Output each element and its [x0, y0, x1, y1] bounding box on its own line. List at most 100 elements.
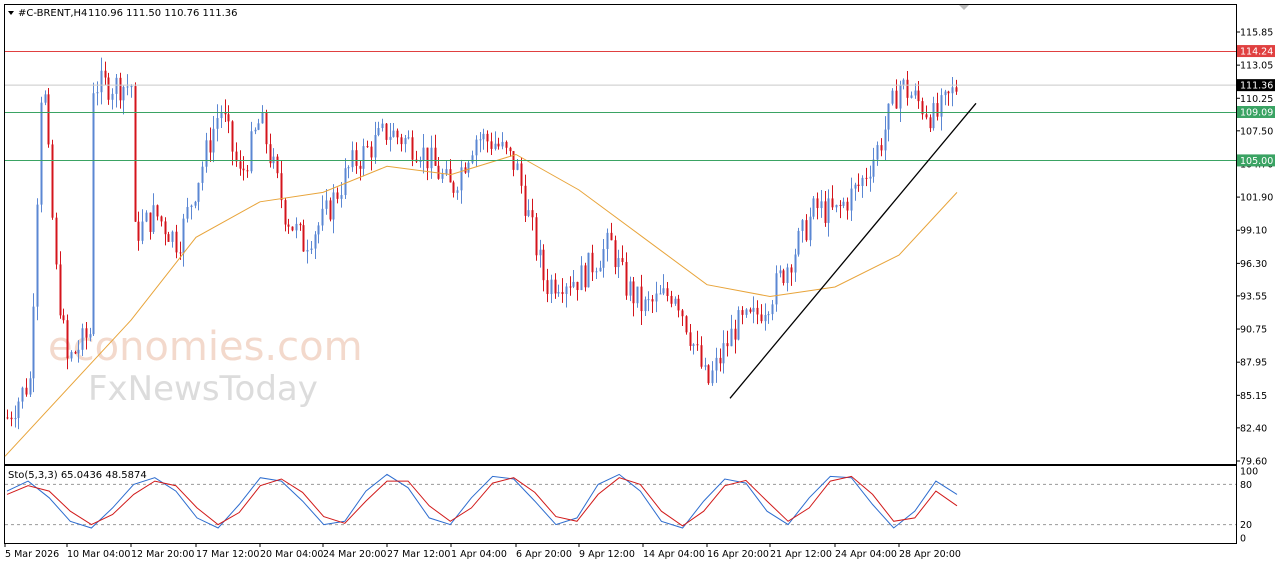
candle-body	[201, 166, 204, 183]
candle-body	[137, 221, 140, 241]
candle-body	[295, 223, 298, 231]
candle-body	[385, 123, 388, 140]
support-price-tag-label: 109.09	[1240, 108, 1273, 119]
stochastic-tick-label: 100	[1240, 467, 1258, 478]
candle-body	[452, 182, 455, 193]
candle-body	[839, 204, 842, 206]
candle-body	[332, 192, 335, 220]
candle-body	[370, 146, 373, 158]
candle-body	[62, 315, 65, 321]
candle-body	[925, 114, 928, 118]
candle-body	[887, 103, 890, 130]
candle-body	[362, 146, 365, 169]
candle-body	[831, 198, 834, 208]
candle-body	[662, 288, 665, 294]
support-price-tag-label: 105.00	[1240, 156, 1273, 167]
candle-body	[374, 135, 377, 158]
candle-body	[190, 205, 193, 207]
candle-body	[741, 310, 744, 315]
candle-body	[625, 261, 628, 296]
candle-body	[846, 201, 849, 211]
candle-body	[47, 94, 50, 145]
candle-body	[692, 344, 695, 346]
time-tick-label: 6 Apr 20:00	[516, 549, 572, 560]
candle-body	[407, 137, 410, 139]
candle-body	[764, 315, 767, 322]
candle-body	[314, 234, 317, 249]
candle-body	[340, 195, 343, 199]
price-tick-label: 110.25	[1240, 94, 1273, 105]
price-tick-label: 96.30	[1240, 259, 1267, 270]
time-tick-label: 9 Apr 12:00	[579, 549, 635, 560]
candle-body	[355, 150, 358, 166]
candle-body	[910, 95, 913, 98]
candle-body	[437, 165, 440, 179]
candle-body	[77, 349, 80, 354]
candle-body	[644, 299, 647, 312]
candle-body	[730, 328, 733, 347]
candle-body	[775, 273, 778, 305]
candle-body	[711, 370, 714, 384]
candle-body	[21, 387, 24, 402]
candle-body	[347, 167, 350, 169]
candle-body	[576, 281, 579, 291]
candle-body	[130, 86, 133, 88]
candle-body	[445, 169, 448, 174]
candle-body	[306, 249, 309, 252]
candle-body	[182, 218, 185, 254]
candle-body	[561, 292, 564, 295]
candle-body	[760, 314, 763, 322]
candle-body	[55, 217, 58, 265]
candle-body	[794, 254, 797, 273]
candle-body	[899, 84, 902, 109]
price-tick-label: 82.40	[1240, 423, 1267, 434]
candle-body	[359, 165, 362, 169]
candle-body	[816, 198, 819, 209]
candle-body	[640, 286, 643, 312]
candle-body	[820, 201, 823, 209]
candle-body	[344, 168, 347, 196]
candle-body	[842, 201, 845, 206]
candle-body	[869, 176, 872, 179]
candle-body	[951, 87, 954, 94]
candle-body	[317, 225, 320, 235]
trading-chart[interactable]: economies.com FxNewsToday 115.85 113.05 11…	[0, 0, 1280, 567]
stochastic-panel[interactable]	[4, 465, 1237, 544]
candle-body	[430, 147, 433, 169]
candle-body	[119, 77, 122, 101]
time-tick-label: 20 Mar 04:00	[260, 549, 323, 560]
candle-body	[715, 357, 718, 371]
candle-body	[704, 365, 707, 367]
candle-body	[955, 87, 958, 92]
time-tick-label: 16 Apr 20:00	[707, 549, 769, 560]
candle-body	[884, 129, 887, 151]
candle-body	[932, 103, 935, 129]
candle-body	[122, 86, 125, 101]
candle-body	[756, 307, 759, 315]
candle-body	[179, 252, 182, 254]
candle-body	[392, 130, 395, 137]
candle-body	[666, 288, 669, 296]
candle-body	[321, 208, 324, 226]
candle-body	[734, 328, 737, 340]
symbol-label: #C-BRENT,H4	[18, 8, 87, 19]
candle-body	[790, 267, 793, 273]
candle-body	[434, 147, 437, 166]
candle-body	[152, 205, 155, 232]
candle-body	[59, 264, 62, 316]
candle-body	[6, 417, 9, 419]
candle-body	[599, 267, 602, 272]
candle-body	[880, 145, 883, 151]
price-tick-label: 90.75	[1240, 325, 1267, 336]
candle-body	[677, 298, 680, 311]
candle-body	[895, 90, 898, 109]
candle-body	[92, 93, 95, 335]
candle-body	[565, 286, 568, 295]
candle-body	[917, 90, 920, 102]
candle-body	[707, 365, 710, 384]
candle-body	[584, 265, 587, 288]
candle-body	[550, 279, 553, 295]
candle-body	[100, 70, 103, 93]
candle-body	[149, 212, 152, 232]
candle-body	[66, 320, 69, 359]
